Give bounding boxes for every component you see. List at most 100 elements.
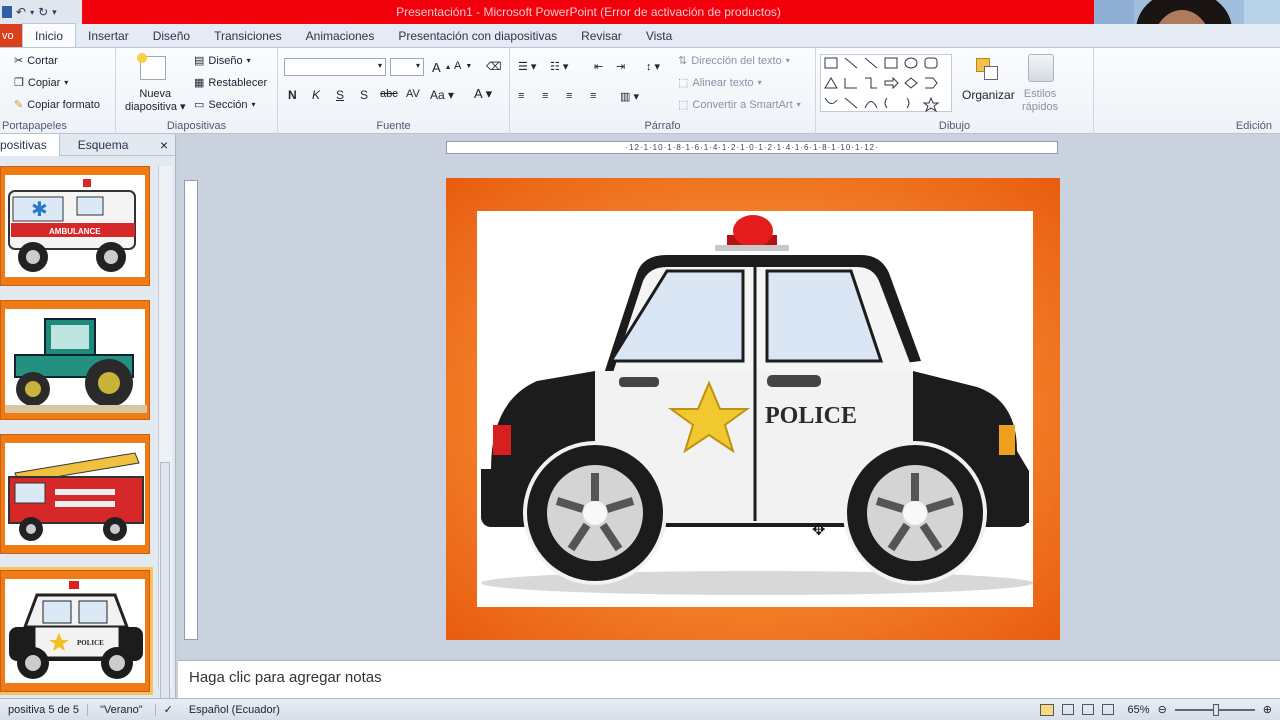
reset-button[interactable]: ▦ Restablecer <box>194 76 268 90</box>
slide-thumbnail-3[interactable] <box>0 434 150 554</box>
slide-counter: positiva 5 de 5 <box>0 703 88 716</box>
align-left-button[interactable]: ≡ <box>518 90 524 102</box>
reset-icon: ▦ <box>194 77 205 89</box>
italic-button[interactable]: K <box>312 88 320 102</box>
ribbon-tabs: vo Inicio Insertar Diseño Transiciones A… <box>0 23 1280 48</box>
slides-pane-tabs: positivas Esquema × <box>0 133 176 156</box>
slides-pane-scrollbar[interactable] <box>158 166 172 702</box>
align-text-button[interactable]: ⬚ Alinear texto ▾ <box>678 76 762 90</box>
shadow-button[interactable]: S <box>360 88 368 102</box>
tab-animaciones[interactable]: Animaciones <box>294 24 387 47</box>
char-spacing-button[interactable]: AV <box>406 88 420 100</box>
new-slide-icon[interactable] <box>137 53 166 80</box>
change-case-button[interactable]: Aa ▾ <box>430 88 454 102</box>
slide-thumbnail-1[interactable]: AMBULANCE ✱ <box>0 166 150 286</box>
columns-button[interactable]: ▥ ▾ <box>620 90 639 103</box>
strikethrough-button[interactable]: abc <box>380 88 398 100</box>
group-parrafo: ☰ ▾ ☷ ▾ ⇤ ⇥ ↕ ▾ ≡ ≡ ≡ ≡ ▥ ▾ ⇅ Dirección d… <box>510 48 816 134</box>
numbering-button[interactable]: ☷ ▾ <box>550 60 568 73</box>
align-right-button[interactable]: ≡ <box>566 90 572 102</box>
spellcheck-icon[interactable]: ✓ <box>156 703 181 716</box>
slide-thumbnail-4[interactable]: POLICE <box>0 567 153 695</box>
notes-area[interactable]: Haga clic para agregar notas <box>178 660 1280 698</box>
align-text-label: Alinear texto <box>692 76 754 89</box>
group-label-fuente: Fuente <box>376 120 411 132</box>
layout-button[interactable]: ▤ Diseño ▾ <box>194 54 251 68</box>
quick-access-toolbar: ↶ ▾ ↻ ▾ <box>0 0 82 24</box>
tab-vista[interactable]: Vista <box>634 24 684 47</box>
shapes-gallery[interactable] <box>820 54 952 113</box>
format-painter-label: Copiar formato <box>27 98 100 111</box>
underline-button[interactable]: S <box>336 88 344 102</box>
tab-outline[interactable]: Esquema <box>60 134 147 156</box>
tab-transiciones[interactable]: Transiciones <box>202 24 294 47</box>
text-direction-icon: ⇅ <box>678 55 688 67</box>
new-slide-button[interactable]: Nueva diapositiva ▾ <box>125 88 186 114</box>
zoom-level[interactable]: 65% <box>1122 704 1150 716</box>
decrease-indent-button[interactable]: ⇤ <box>594 60 603 73</box>
shrink-font-button[interactable]: A ▼ <box>454 60 472 72</box>
group-dibujo: Organizar Estilos rápidos Dibujo <box>816 48 1094 134</box>
tab-diseno[interactable]: Diseño <box>141 24 202 47</box>
cut-button[interactable]: ✂ Cortar <box>14 54 58 68</box>
quick-styles-button[interactable]: Estilos rápidos <box>1022 88 1058 114</box>
tab-file[interactable]: vo <box>0 24 22 47</box>
format-painter-button[interactable]: ✎ Copiar formato <box>14 98 100 112</box>
slides-pane: positivas Esquema × AMBULANCE ✱ POLICE <box>0 133 176 702</box>
svg-text:✱: ✱ <box>31 197 48 221</box>
tab-revisar[interactable]: Revisar <box>569 24 634 47</box>
smartart-icon: ⬚ <box>678 99 689 111</box>
zoom-in-button[interactable]: ⊕ <box>1263 703 1272 716</box>
undo-icon[interactable]: ↶ <box>16 5 26 19</box>
new-slide-label-2: diapositiva <box>125 101 177 113</box>
redo-icon[interactable]: ↻ <box>38 5 48 19</box>
copy-icon: ❐ <box>14 77 24 89</box>
font-size-dropdown[interactable]: ▾ <box>390 58 424 76</box>
reading-view-icon[interactable] <box>1081 704 1094 715</box>
increase-indent-button[interactable]: ⇥ <box>616 60 625 73</box>
slide-thumbnail-2[interactable] <box>0 300 150 420</box>
ambulance-label: AMBULANCE <box>49 227 101 236</box>
line-spacing-button[interactable]: ↕ ▾ <box>646 60 660 73</box>
close-pane-button[interactable]: × <box>160 137 176 153</box>
ribbon: ✂ Cortar ❐ Copiar ▾ ✎ Copiar formato Portapa… <box>0 48 1280 134</box>
copy-button[interactable]: ❐ Copiar ▾ <box>14 76 68 90</box>
group-label-portapapeles: Portapapeles <box>2 120 67 132</box>
quick-styles-label-2: rápidos <box>1022 101 1059 113</box>
smartart-label: Convertir a SmartArt <box>692 98 793 111</box>
slide-sorter-icon[interactable] <box>1061 704 1074 715</box>
horizontal-ruler: ·12·1·10·1·8·1·6·1·4·1·2·1·0·1·2·1·4·1·6… <box>446 141 1058 154</box>
tab-inicio[interactable]: Inicio <box>22 23 77 47</box>
tab-insertar[interactable]: Insertar <box>76 24 141 47</box>
clear-format-icon[interactable]: ⌫ <box>486 60 502 73</box>
police-text: POLICE <box>765 403 857 429</box>
normal-view-icon[interactable] <box>1039 703 1054 716</box>
reset-label: Restablecer <box>208 76 268 89</box>
bullets-button[interactable]: ☰ ▾ <box>518 60 536 73</box>
slideshow-icon[interactable] <box>1101 704 1114 715</box>
font-name-dropdown[interactable]: ▾ <box>284 58 386 76</box>
tab-presentacion[interactable]: Presentación con diapositivas <box>386 24 569 47</box>
slide-canvas[interactable]: POLICE <box>446 178 1060 640</box>
tractor-image <box>5 318 147 413</box>
bold-button[interactable]: N <box>288 88 297 102</box>
new-slide-label-1: Nueva <box>139 88 172 100</box>
scissors-icon: ✂ <box>14 55 24 67</box>
smartart-button[interactable]: ⬚ Convertir a SmartArt ▾ <box>678 98 801 112</box>
cut-label: Cortar <box>27 54 58 67</box>
justify-button[interactable]: ≡ <box>590 90 596 102</box>
section-button[interactable]: ▭ Sección ▾ <box>194 98 256 112</box>
police-car-picture[interactable]: POLICE <box>477 211 1033 607</box>
fire-truck-image <box>8 452 144 541</box>
customize-qat-icon[interactable]: ▾ <box>52 7 57 18</box>
tab-slides[interactable]: positivas <box>0 133 60 156</box>
arrange-button[interactable]: Organizar <box>962 88 1015 102</box>
grow-font-button[interactable]: A ▲ <box>432 60 452 75</box>
language-indicator[interactable]: Español (Ecuador) <box>181 704 288 716</box>
zoom-out-button[interactable]: ⊖ <box>1158 703 1167 716</box>
font-color-button[interactable]: A ▾ <box>474 86 492 102</box>
save-icon[interactable] <box>2 6 12 18</box>
text-direction-button[interactable]: ⇅ Dirección del texto ▾ <box>678 54 790 68</box>
align-center-button[interactable]: ≡ <box>542 90 548 102</box>
zoom-slider[interactable] <box>1174 703 1255 716</box>
